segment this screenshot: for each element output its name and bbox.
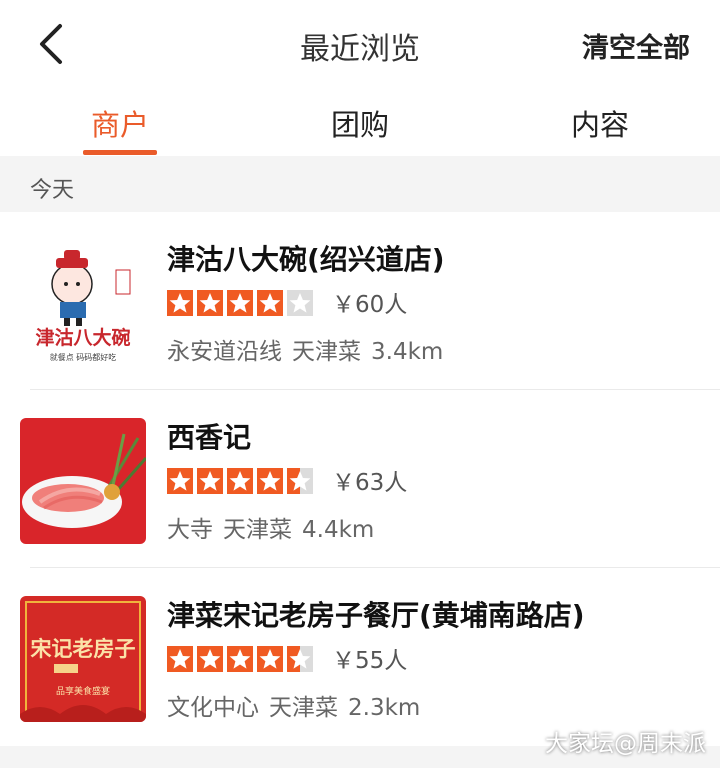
clear-all-button[interactable]: 清空全部 (582, 26, 690, 65)
merchant-name: 津菜宋记老房子餐厅(黄埔南路店) (167, 599, 585, 632)
distance-label: 2.3km (348, 695, 421, 721)
star-icon (287, 468, 313, 494)
area-label: 大寺 (167, 517, 213, 543)
cuisine-label: 天津菜 (223, 517, 292, 543)
merchant-name: 津沽八大碗(绍兴道店) (167, 243, 445, 276)
tab-content[interactable]: 内容 (520, 102, 680, 144)
area-label: 文化中心 (167, 695, 259, 721)
watermark-text: 大家坛@周末派 (545, 731, 706, 757)
star-icon (227, 468, 253, 494)
list-item[interactable]: 津沽八大碗 就餐点 码码都好吃 津沽八大碗(绍兴道店) ￥60人 永安道沿线 天津… (0, 212, 720, 390)
merchant-logo-image: 宋记老房子 品享美食盛宴 (20, 596, 146, 722)
logo-slogan-text: 就餐点 码码都好吃 (50, 352, 117, 362)
logo-sub-text: 品享美食盛宴 (56, 685, 110, 697)
average-price: ￥63人 (332, 470, 408, 496)
merchant-meta: 文化中心 天津菜 2.3km (167, 688, 430, 722)
tab-merchants[interactable]: 商户 (40, 102, 200, 144)
star-icon (227, 646, 253, 672)
tab-group-buy[interactable]: 团购 (280, 102, 440, 144)
star-icon (257, 290, 283, 316)
star-icon (167, 646, 193, 672)
rating-stars (167, 468, 317, 494)
distance-label: 4.4km (302, 517, 375, 543)
section-header-today: 今天 (0, 156, 720, 212)
star-icon (287, 646, 313, 672)
cuisine-label: 天津菜 (269, 695, 338, 721)
star-icon (257, 646, 283, 672)
star-icon (287, 290, 313, 316)
list-item[interactable]: 西香记 ￥63人 大寺 天津菜 4.4km (0, 390, 720, 568)
rating-stars (167, 646, 317, 672)
star-icon (227, 290, 253, 316)
logo-brand-text: 宋记老房子 (31, 637, 136, 661)
star-icon (257, 468, 283, 494)
merchant-meta: 大寺 天津菜 4.4km (167, 510, 384, 544)
star-icon (167, 290, 193, 316)
merchant-logo-image: 津沽八大碗 就餐点 码码都好吃 (20, 240, 146, 366)
active-tab-indicator (83, 150, 157, 155)
area-label: 永安道沿线 (167, 339, 282, 365)
section-label: 今天 (30, 178, 75, 203)
cuisine-label: 天津菜 (292, 339, 361, 365)
top-bar: 最近浏览 清空全部 (0, 0, 720, 90)
logo-brand-text: 津沽八大碗 (35, 326, 130, 349)
average-price: ￥60人 (332, 292, 408, 318)
average-price: ￥55人 (332, 648, 408, 674)
distance-label: 3.4km (371, 339, 444, 365)
merchant-name: 西香记 (167, 421, 252, 454)
star-icon (197, 290, 223, 316)
list-item[interactable]: 宋记老房子 品享美食盛宴 津菜宋记老房子餐厅(黄埔南路店) ￥55人 文化中心天… (0, 568, 720, 746)
rating-stars (167, 290, 317, 316)
star-icon (167, 468, 193, 494)
star-icon (197, 646, 223, 672)
dish-photo-image (20, 418, 146, 544)
merchant-meta: 永安道沿线 天津菜 3.4km (167, 332, 453, 366)
star-icon (197, 468, 223, 494)
tab-bar: 商户 团购 内容 (0, 90, 720, 156)
